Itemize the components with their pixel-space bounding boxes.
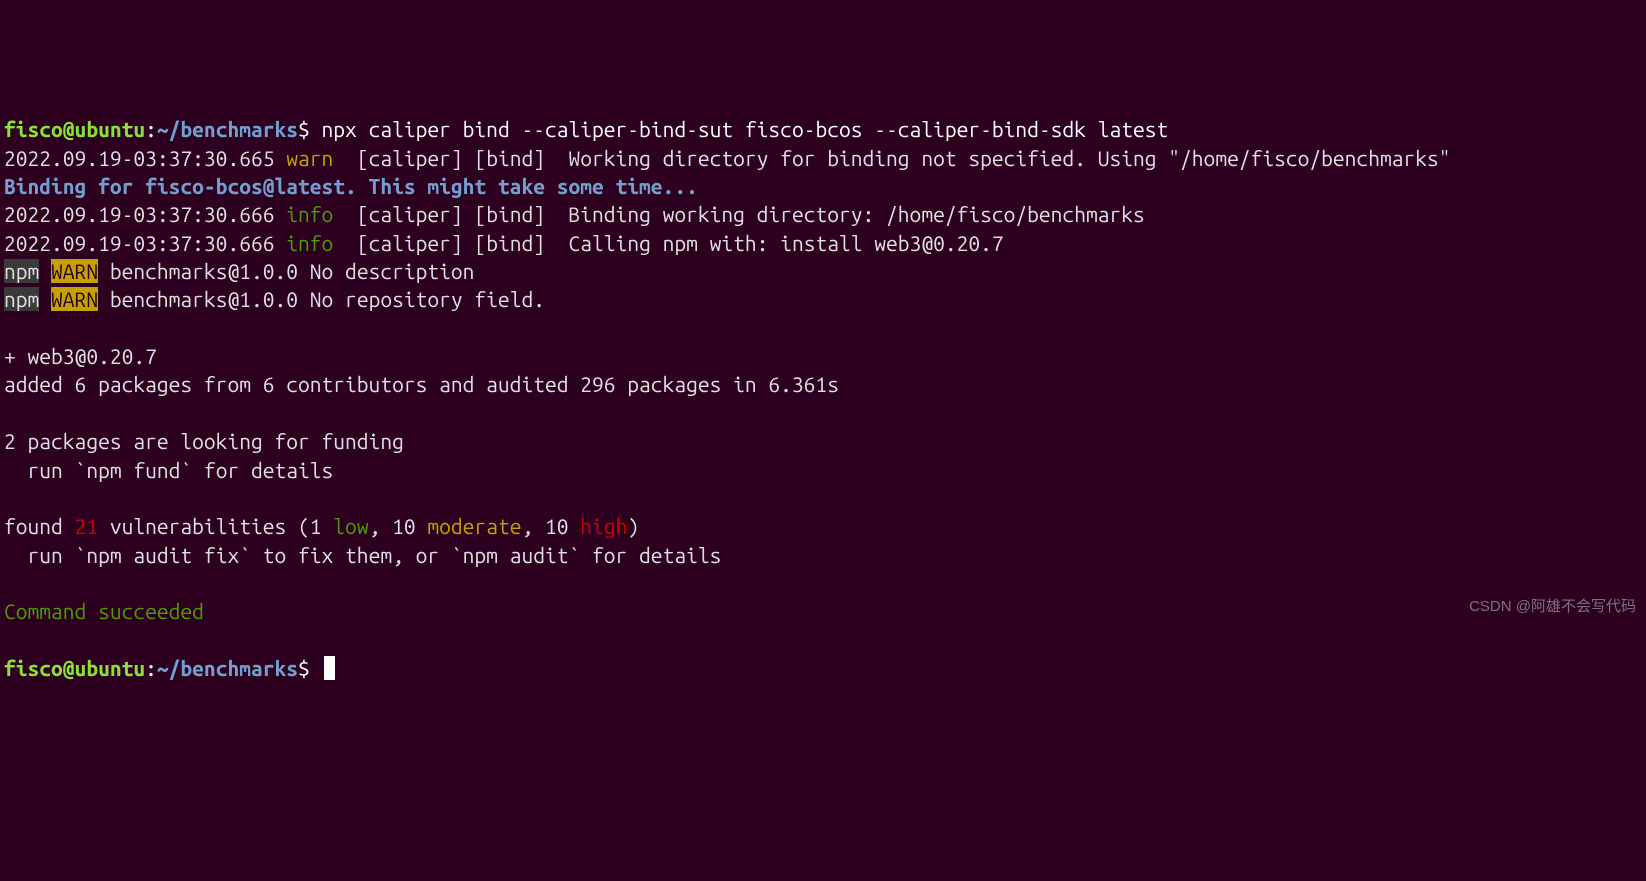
warn-badge: WARN [51, 287, 98, 311]
npm-warn-msg: benchmarks@1.0.0 No description [98, 259, 474, 283]
vulnerabilities-line: found 21 vulnerabilities (1 low, 10 mode… [4, 512, 1642, 540]
log-line-info-2: 2022.09.19-03:37:30.666 info [caliper] [… [4, 229, 1642, 257]
npm-warn-line-1: npm WARN benchmarks@1.0.0 No description [4, 257, 1642, 285]
command-text: npx caliper bind --caliper-bind-sut fisc… [310, 117, 1168, 141]
warn-badge: WARN [51, 259, 98, 283]
vuln-moderate: moderate [427, 514, 521, 538]
log-level-info: info [286, 231, 333, 255]
funding-line-2: run `npm fund` for details [4, 456, 1642, 484]
log-pad [333, 202, 357, 226]
log-timestamp: 2022.09.19-03:37:30.666 [4, 202, 286, 226]
prompt-path: ~/benchmarks [157, 117, 298, 141]
blank-line [4, 484, 1642, 512]
watermark-text: CSDN @阿雄不会写代码 [1469, 597, 1636, 617]
log-timestamp: 2022.09.19-03:37:30.666 [4, 231, 286, 255]
prompt-sep: : [145, 117, 157, 141]
vuln-low: low [333, 514, 368, 538]
log-message: Working directory for binding not specif… [569, 146, 1451, 170]
vuln-pre: found [4, 514, 75, 538]
log-line-warn: 2022.09.19-03:37:30.665 warn [caliper] [… [4, 144, 1642, 172]
log-level-info: info [286, 202, 333, 226]
blank-line [4, 314, 1642, 342]
vuln-count: 21 [75, 514, 99, 538]
prompt-path: ~/benchmarks [157, 656, 298, 680]
vuln-mid1: vulnerabilities (1 [98, 514, 333, 538]
command-succeeded: Command succeeded [4, 597, 1642, 625]
package-installed: + web3@0.20.7 [4, 342, 1642, 370]
vuln-mid3: , 10 [521, 514, 580, 538]
prompt-sep: : [145, 656, 157, 680]
log-message: Binding working directory: /home/fisco/b… [569, 202, 1145, 226]
prompt-user: fisco@ubuntu [4, 117, 145, 141]
log-pad [333, 146, 357, 170]
prompt-dollar: $ [298, 656, 310, 680]
log-level-warn: warn [286, 146, 333, 170]
blank-line [4, 626, 1642, 654]
prompt-user: fisco@ubuntu [4, 656, 145, 680]
log-message: Calling npm with: install web3@0.20.7 [569, 231, 1004, 255]
log-pad [333, 231, 357, 255]
terminal-output[interactable]: fisco@ubuntu:~/benchmarks$ npx caliper b… [4, 115, 1642, 682]
npm-warn-msg: benchmarks@1.0.0 No repository field. [98, 287, 545, 311]
log-line-info-1: 2022.09.19-03:37:30.666 info [caliper] [… [4, 200, 1642, 228]
npm-badge: npm [4, 287, 39, 311]
binding-message: Binding for fisco-bcos@latest. This migh… [4, 172, 1642, 200]
npm-badge: npm [4, 259, 39, 283]
audit-line: run `npm audit fix` to fix them, or `npm… [4, 541, 1642, 569]
packages-added: added 6 packages from 6 contributors and… [4, 370, 1642, 398]
log-timestamp: 2022.09.19-03:37:30.665 [4, 146, 286, 170]
prompt-dollar: $ [298, 117, 310, 141]
cursor-icon [324, 656, 335, 680]
blank-line [4, 569, 1642, 597]
space [39, 287, 51, 311]
vuln-end: ) [627, 514, 639, 538]
blank-line [4, 399, 1642, 427]
vuln-high: high [580, 514, 627, 538]
space [39, 259, 51, 283]
prompt-line-1: fisco@ubuntu:~/benchmarks$ npx caliper b… [4, 115, 1642, 143]
log-source: [caliper] [bind] [357, 231, 569, 255]
prompt-line-2: fisco@ubuntu:~/benchmarks$ [4, 654, 1642, 682]
npm-warn-line-2: npm WARN benchmarks@1.0.0 No repository … [4, 285, 1642, 313]
log-source: [caliper] [bind] [357, 202, 569, 226]
log-source: [caliper] [bind] [357, 146, 569, 170]
funding-line-1: 2 packages are looking for funding [4, 427, 1642, 455]
vuln-mid2: , 10 [369, 514, 428, 538]
